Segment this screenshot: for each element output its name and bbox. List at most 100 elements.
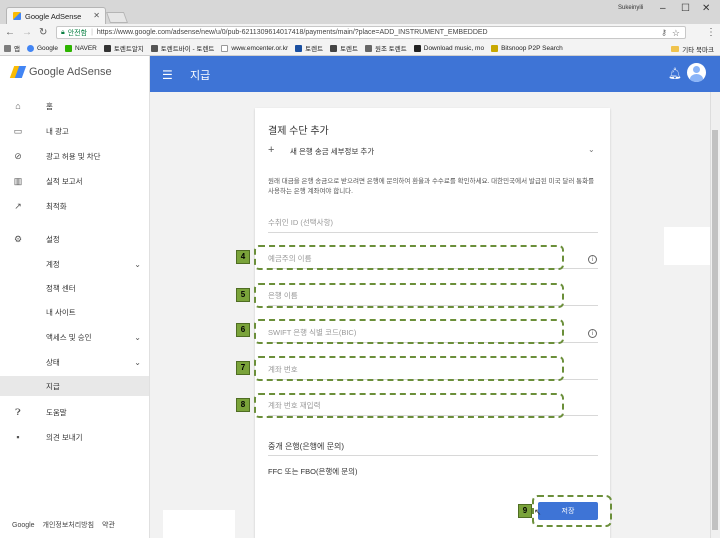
sidebar-item-account[interactable]: 계정 ⌄ xyxy=(0,254,149,274)
sidebar-item-access[interactable]: 액세스 및 승인 ⌄ xyxy=(0,327,149,347)
bookmark-star-icon[interactable]: ☆ xyxy=(672,28,680,39)
sidebar-footer: Google 개인정보처리방침 약관 xyxy=(12,520,121,530)
close-tab-icon[interactable]: ✕ xyxy=(93,11,100,20)
sidebar-item-policy[interactable]: 정책 센터 xyxy=(0,278,149,298)
bookmark-music[interactable]: Download music, mo xyxy=(413,44,484,52)
account-avatar[interactable] xyxy=(687,63,706,82)
beneficiary-id-input[interactable] xyxy=(268,213,568,231)
footer-terms-link[interactable]: 약관 xyxy=(102,522,115,529)
highlight-account-holder xyxy=(254,245,564,270)
minimize-icon[interactable]: – xyxy=(660,3,666,14)
adsense-favicon xyxy=(13,12,21,20)
torrent-icon xyxy=(103,44,111,52)
highlight-account-number xyxy=(254,356,564,381)
sidebar-item-help[interactable]: ❓︎ 도움말 xyxy=(0,402,149,422)
torrent-icon xyxy=(365,44,373,52)
chevron-down-icon: ⌄ xyxy=(134,332,141,342)
bottom-panel-placeholder xyxy=(163,510,235,538)
forward-icon[interactable]: → xyxy=(22,27,32,38)
sidebar-item-allow-block[interactable]: ⊘ 광고 허용 및 차단 xyxy=(0,146,149,166)
side-panel-placeholder xyxy=(664,227,710,265)
section-divider xyxy=(268,455,598,456)
page-icon xyxy=(221,44,229,52)
sidebar-item-reports[interactable]: ▥ 실적 보고서 xyxy=(0,171,149,191)
music-icon xyxy=(413,44,421,52)
save-button[interactable]: 저장 xyxy=(538,502,598,520)
footer-privacy-link[interactable]: 개인정보처리방침 xyxy=(43,522,95,529)
ads-icon: ▭ xyxy=(13,125,23,136)
adsense-logo-icon xyxy=(9,66,27,78)
tab-title: Google AdSense xyxy=(25,11,82,21)
sidebar-item-status[interactable]: 상태 ⌄ xyxy=(0,352,149,372)
info-icon[interactable]: i xyxy=(588,329,597,338)
bookmark-bitsnoop[interactable]: Bitsnoop P2P Search xyxy=(491,44,563,52)
sidebar-item-feedback[interactable]: ▪ 의견 보내기 xyxy=(0,427,149,447)
block-icon: ⊘ xyxy=(14,150,22,161)
key-icon[interactable]: ⚷ xyxy=(661,28,667,37)
chevron-down-icon[interactable]: ⌄ xyxy=(588,145,595,154)
bookmark-torrent-2[interactable]: 토렌트바이 - 토렌트 xyxy=(150,43,214,53)
help-icon: ❓︎ xyxy=(15,406,21,417)
gear-icon: ⚙ xyxy=(13,233,23,244)
browser-menu-icon[interactable]: ⋮ xyxy=(706,27,716,38)
step-badge-6: 6 xyxy=(236,323,250,337)
home-icon: ⌂ xyxy=(15,101,21,111)
step-badge-4: 4 xyxy=(236,250,250,264)
scrollbar-thumb[interactable] xyxy=(712,130,718,530)
bitsnoop-icon xyxy=(491,44,499,52)
bookmark-google[interactable]: Google xyxy=(26,44,58,52)
step-badge-9: 9 xyxy=(518,504,532,518)
card-title: 결제 수단 추가 xyxy=(268,126,329,137)
reload-icon[interactable]: ↻ xyxy=(39,27,47,38)
sidebar-item-payments[interactable]: 지급 xyxy=(0,376,149,396)
torrent-icon xyxy=(295,44,303,52)
feedback-icon: ▪ xyxy=(16,432,20,442)
step-badge-7: 7 xyxy=(236,361,250,375)
google-icon xyxy=(26,44,34,52)
bookmarks-bar: 앱 Google NAVER 토렌트알지 토렌트바이 - 토렌트 www.emc… xyxy=(0,41,720,56)
info-icon[interactable]: i xyxy=(588,255,597,264)
new-tab-button[interactable] xyxy=(105,12,129,23)
chevron-down-icon: ⌄ xyxy=(134,259,141,269)
bookmark-emcenter[interactable]: www.emcenter.or.kr xyxy=(221,44,288,52)
plus-icon: + xyxy=(268,144,275,156)
page-title: 지급 xyxy=(190,70,211,82)
bookmark-apps[interactable]: 앱 xyxy=(4,43,20,53)
adsense-logo[interactable]: Google AdSense xyxy=(9,66,112,78)
highlight-bank-name xyxy=(254,283,564,308)
sidebar-item-sites[interactable]: 내 사이트 xyxy=(0,302,149,322)
chevron-down-icon: ⌄ xyxy=(134,357,141,367)
mouse-cursor-icon: ↖ xyxy=(534,507,542,517)
intermediary-bank-title: 중개 은행(은행에 문의) xyxy=(268,442,345,451)
browser-tab[interactable]: Google AdSense ✕ xyxy=(6,7,106,24)
bookmark-torrent-3[interactable]: 토렌트 xyxy=(295,43,323,53)
sidebar-item-optimization[interactable]: ↗ 최적화 xyxy=(0,196,149,216)
notifications-icon[interactable]: 🔔︎ xyxy=(668,67,682,80)
bookmark-torrent-1[interactable]: 토렌트알지 xyxy=(103,43,144,53)
bank-notice-text: 원래 대금을 은행 송금으로 받으려면 은행에 문의하여 환율과 수수료를 확인… xyxy=(268,178,595,195)
naver-icon xyxy=(64,44,72,52)
torrent-icon xyxy=(330,44,338,52)
ffc-fbo-label[interactable]: FFC 또는 FBO(은행에 문의) xyxy=(268,466,358,477)
beneficiary-id-field[interactable] xyxy=(268,213,598,233)
bookmark-torrent-4[interactable]: 토렌트 xyxy=(330,43,358,53)
bar-chart-icon: ▥ xyxy=(13,175,23,186)
sidebar-item-settings[interactable]: ⚙ 설정 xyxy=(0,229,149,249)
bookmark-torrent-5[interactable]: 원조 토렌트 xyxy=(365,43,407,53)
add-bank-transfer-label: 새 은행 송금 세부정보 추가 xyxy=(290,147,375,156)
highlight-account-number-confirm xyxy=(254,393,564,418)
url-separator: | xyxy=(91,29,93,36)
sidebar-item-home[interactable]: ⌂ 홈 xyxy=(0,96,149,116)
url-text: https://www.google.com/adsense/new/u/0/p… xyxy=(96,29,488,36)
address-bar[interactable]: 🔒︎ 안전함 | https://www.google.com/adsense/… xyxy=(56,26,686,39)
bookmark-naver[interactable]: NAVER xyxy=(64,44,97,52)
menu-icon[interactable]: ☰ xyxy=(162,68,173,82)
back-icon[interactable]: ← xyxy=(5,27,15,38)
lock-icon: 🔒︎ xyxy=(61,28,65,36)
trending-icon: ↗ xyxy=(14,200,22,211)
other-bookmarks[interactable]: 기타 북마크 xyxy=(671,44,714,54)
browser-user-name[interactable]: Sukeinyili xyxy=(618,5,643,11)
maximize-icon[interactable]: ☐ xyxy=(681,3,690,14)
close-window-icon[interactable]: ✕ xyxy=(702,3,710,14)
sidebar-item-my-ads[interactable]: ▭ 내 광고 xyxy=(0,121,149,141)
